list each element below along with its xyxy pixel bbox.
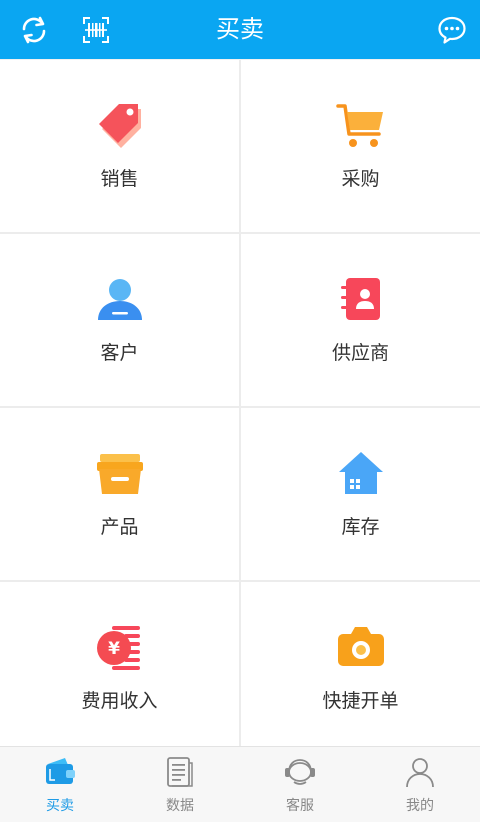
wallet-icon	[46, 758, 75, 784]
feature-grid: 销售 采购 客户 供应商 产品 库存 ¥ 费用收入 快捷开单	[0, 60, 480, 752]
expense-income-coin-icon: ¥	[96, 626, 140, 670]
warehouse-house-icon	[338, 452, 383, 494]
tab-customer-service[interactable]: 客服	[240, 747, 360, 822]
customer-icon	[97, 279, 142, 320]
tab-label: 客服	[286, 798, 314, 814]
tile-supplier[interactable]: 供应商	[241, 234, 480, 406]
tab-label: 买卖	[46, 798, 74, 814]
shopping-cart-icon	[335, 104, 383, 147]
document-icon	[167, 757, 193, 787]
chat-icon[interactable]	[436, 14, 468, 46]
tab-label: 数据	[166, 798, 194, 814]
tile-label: 库存	[341, 516, 380, 538]
product-box-icon	[96, 454, 143, 494]
tab-buy-sell[interactable]: 买卖	[0, 747, 120, 822]
tile-expense-income[interactable]: ¥ 费用收入	[0, 582, 239, 752]
sales-tag-icon	[98, 104, 141, 148]
profile-icon	[406, 758, 434, 788]
tab-mine[interactable]: 我的	[360, 747, 480, 822]
tab-data[interactable]: 数据	[120, 747, 240, 822]
bottom-nav: 买卖 数据 客服 我的	[0, 746, 480, 822]
headset-icon	[285, 759, 315, 785]
tile-quick-order[interactable]: 快捷开单	[241, 582, 480, 752]
tile-label: 产品	[100, 516, 139, 538]
tile-purchase[interactable]: 采购	[241, 60, 480, 232]
tile-label: 销售	[100, 168, 139, 190]
tile-label: 费用收入	[81, 690, 158, 712]
top-bar: 买卖	[0, 0, 480, 59]
tile-customer[interactable]: 客户	[0, 234, 239, 406]
tile-label: 采购	[341, 168, 380, 190]
tile-sales[interactable]: 销售	[0, 60, 239, 232]
page-title: 买卖	[216, 15, 264, 43]
tile-label: 快捷开单	[322, 690, 399, 712]
tile-label: 供应商	[331, 342, 389, 364]
tile-product[interactable]: 产品	[0, 408, 239, 580]
tab-label: 我的	[406, 798, 434, 814]
tile-label: 客户	[100, 342, 139, 364]
supplier-contact-book-icon	[340, 278, 380, 320]
tile-inventory[interactable]: 库存	[241, 408, 480, 580]
svg-text:¥: ¥	[108, 639, 120, 659]
quick-order-camera-icon	[337, 627, 384, 666]
